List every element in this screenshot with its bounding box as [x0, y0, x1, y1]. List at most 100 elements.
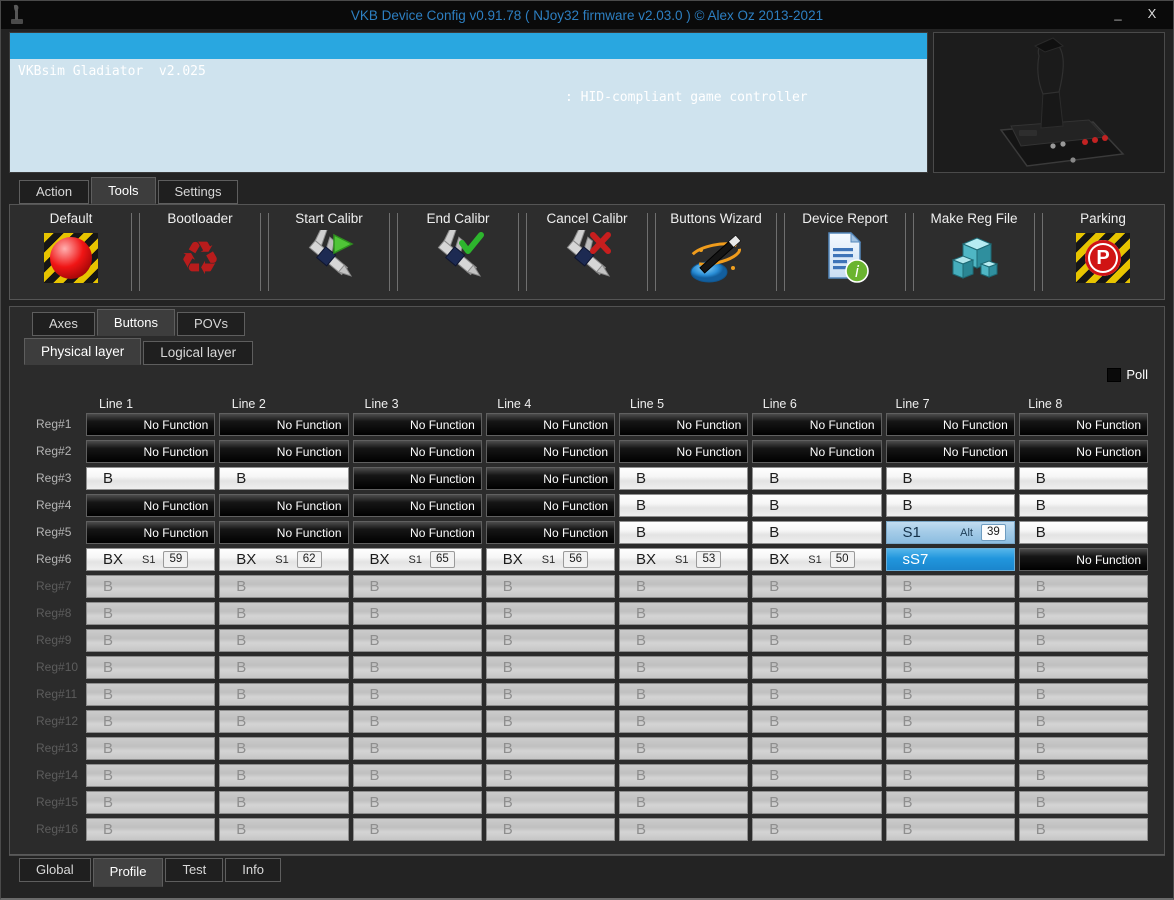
button-cell[interactable]: B	[619, 494, 749, 517]
tab-tools[interactable]: Tools	[91, 177, 156, 204]
toolbar-button-label: Parking	[1080, 211, 1126, 226]
button-cell: B	[885, 737, 1015, 760]
button-cell[interactable]: No Function	[86, 440, 216, 463]
button-cell: B	[1018, 656, 1148, 679]
device-list-selected-row[interactable]: VKBsim Gladiator v2.025 : HID-compliant …	[10, 33, 927, 105]
toolbar-button-bootloader[interactable]: Bootloader ♻	[141, 209, 259, 295]
button-cell[interactable]: No Function	[885, 440, 1015, 463]
toolbar-button-label: Bootloader	[167, 211, 233, 226]
button-cell[interactable]: No Function	[352, 440, 482, 463]
button-cell[interactable]: BX S1 62	[219, 548, 349, 571]
tab-povs[interactable]: POVs	[177, 312, 245, 336]
button-cell[interactable]: No Function	[1018, 440, 1148, 463]
button-cell[interactable]: No Function	[219, 413, 349, 436]
button-cell[interactable]: BX S1 56	[485, 548, 615, 571]
grid-row: Reg#10 B B B B B B B B	[36, 656, 1148, 679]
button-cell[interactable]: No Function	[352, 521, 482, 544]
button-cell[interactable]: B	[752, 494, 882, 517]
button-cell[interactable]: No Function	[219, 521, 349, 544]
poll-checkbox[interactable]	[1107, 367, 1122, 382]
button-cell[interactable]: B	[885, 467, 1015, 490]
tab-global[interactable]: Global	[19, 858, 91, 882]
minimize-button[interactable]: _	[1103, 5, 1133, 25]
toolbar-button-end-calibr[interactable]: End Calibr	[399, 209, 517, 295]
tab-info[interactable]: Info	[225, 858, 281, 882]
parking-icon: P	[1074, 229, 1132, 287]
cell-function-label: B	[769, 713, 780, 730]
tab-action[interactable]: Action	[19, 180, 90, 204]
button-cell[interactable]: No Function	[752, 413, 882, 436]
button-cell[interactable]: B	[1018, 494, 1148, 517]
tab-axes[interactable]: Axes	[32, 312, 95, 336]
joystick-image	[999, 37, 1125, 167]
toolbar-button-buttons-wizard[interactable]: Buttons Wizard	[657, 209, 775, 295]
button-cell[interactable]: B	[752, 467, 882, 490]
device-list[interactable]: VKBsim Gladiator v2.025 : HID-compliant …	[9, 32, 928, 173]
button-cell[interactable]: B	[619, 521, 749, 544]
tab-test[interactable]: Test	[165, 858, 224, 882]
button-cell[interactable]: No Function	[885, 413, 1015, 436]
toolbar-separator	[518, 213, 527, 291]
tab-settings[interactable]: Settings	[157, 180, 239, 204]
button-cell[interactable]: B	[1018, 467, 1148, 490]
button-cell[interactable]: No Function	[1018, 548, 1148, 571]
cell-function-label: B	[502, 686, 513, 703]
button-cell[interactable]: No Function	[619, 440, 749, 463]
cell-function-label: BX	[636, 551, 657, 568]
close-button[interactable]: X	[1137, 5, 1167, 25]
cell-function-label: No Function	[1076, 552, 1141, 567]
button-cell: B	[219, 818, 349, 841]
button-cell[interactable]: B	[752, 521, 882, 544]
column-header: Line 8	[1028, 397, 1063, 411]
cell-function-label: B	[636, 686, 647, 703]
toolbar-button-make-reg-file[interactable]: Make Reg File	[915, 209, 1033, 295]
button-cell: B	[485, 791, 615, 814]
button-cell[interactable]: B	[619, 467, 749, 490]
toolbar-button-start-calibr[interactable]: Start Calibr	[270, 209, 388, 295]
button-cell[interactable]: No Function	[219, 440, 349, 463]
button-cell[interactable]: No Function	[1018, 413, 1148, 436]
button-cell[interactable]: No Function	[485, 467, 615, 490]
button-cell[interactable]: B	[219, 467, 349, 490]
button-cell[interactable]: BX S1 53	[619, 548, 749, 571]
button-cell[interactable]: No Function	[485, 413, 615, 436]
button-cell[interactable]: No Function	[86, 494, 216, 517]
button-cell[interactable]: No Function	[619, 413, 749, 436]
button-cell: B	[752, 683, 882, 706]
toolbar-button-default[interactable]: Default	[12, 209, 130, 295]
button-cell[interactable]: No Function	[86, 521, 216, 544]
button-cell[interactable]: S1 Alt 39	[885, 521, 1015, 544]
wizard-wand-icon	[687, 229, 745, 287]
button-cell: B	[86, 737, 216, 760]
button-cell[interactable]: No Function	[752, 440, 882, 463]
tab-physical-layer[interactable]: Physical layer	[24, 338, 142, 365]
button-cell[interactable]: sS7	[885, 548, 1015, 571]
tab-logical-layer[interactable]: Logical layer	[143, 341, 254, 365]
button-cell: B	[86, 818, 216, 841]
button-cell[interactable]: BX S1 50	[752, 548, 882, 571]
button-cell[interactable]: B	[86, 467, 216, 490]
button-cell[interactable]: No Function	[352, 413, 482, 436]
button-cell: B	[885, 818, 1015, 841]
toolbar-button-cancel-calibr[interactable]: Cancel Calibr	[528, 209, 646, 295]
cell-function-label: B	[636, 740, 647, 757]
button-cell[interactable]: No Function	[352, 494, 482, 517]
button-cell[interactable]: B	[1018, 521, 1148, 544]
button-cell[interactable]: No Function	[352, 467, 482, 490]
button-cell[interactable]: No Function	[219, 494, 349, 517]
toolbar-button-device-report[interactable]: Device Report i	[786, 209, 904, 295]
button-cell: B	[752, 791, 882, 814]
toolbar-button-parking[interactable]: Parking P	[1044, 209, 1162, 295]
button-cell[interactable]: No Function	[86, 413, 216, 436]
button-cell[interactable]: No Function	[485, 521, 615, 544]
device-name: VKBsim Gladiator v2.025	[18, 64, 206, 79]
tab-profile[interactable]: Profile	[92, 858, 164, 887]
button-cell[interactable]: BX S1 65	[352, 548, 482, 571]
button-cell[interactable]: No Function	[485, 440, 615, 463]
button-cell: B	[485, 629, 615, 652]
tab-buttons[interactable]: Buttons	[96, 309, 175, 336]
button-cell: B	[352, 683, 482, 706]
button-cell[interactable]: BX S1 59	[86, 548, 216, 571]
button-cell[interactable]: No Function	[485, 494, 615, 517]
button-cell[interactable]: B	[885, 494, 1015, 517]
